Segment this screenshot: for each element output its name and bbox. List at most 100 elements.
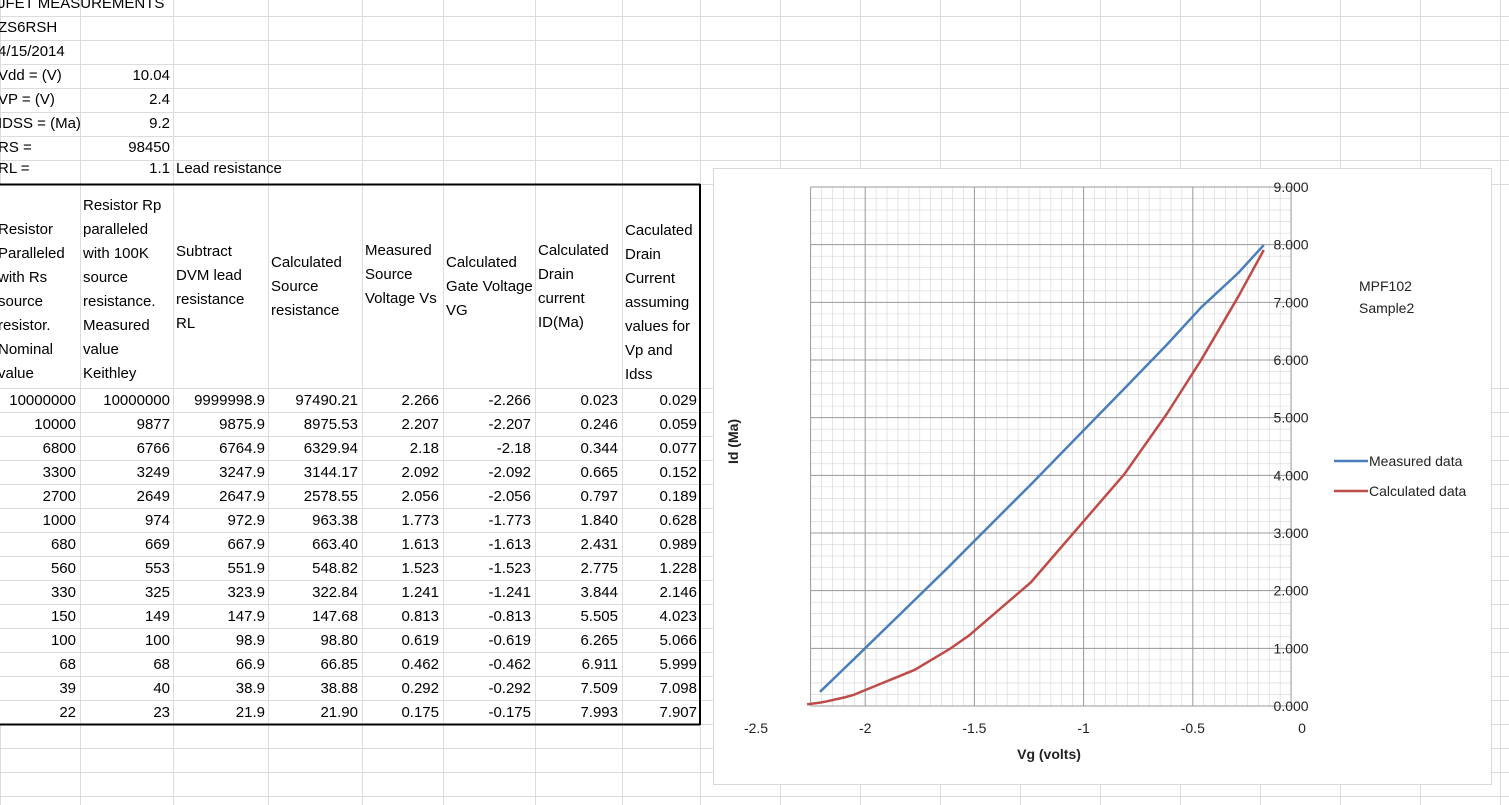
table-cell[interactable]: 2.775: [535, 557, 618, 581]
table-cell[interactable]: 2649: [80, 485, 170, 509]
table-cell[interactable]: 10000000: [80, 389, 170, 413]
table-cell[interactable]: 2.431: [535, 533, 618, 557]
table-cell[interactable]: 0.989: [622, 533, 697, 557]
table-cell[interactable]: -2.092: [443, 461, 531, 485]
table-cell[interactable]: 2.266: [362, 389, 439, 413]
table-cell[interactable]: 68: [80, 653, 170, 677]
table-cell[interactable]: 1.228: [622, 557, 697, 581]
table-cell[interactable]: 2.092: [362, 461, 439, 485]
table-cell[interactable]: 2.146: [622, 581, 697, 605]
table-cell[interactable]: 6764.9: [173, 437, 265, 461]
table-cell[interactable]: 0.628: [622, 509, 697, 533]
table-cell[interactable]: -1.241: [443, 581, 531, 605]
table-cell[interactable]: 66.85: [268, 653, 358, 677]
table-cell[interactable]: 2578.55: [268, 485, 358, 509]
table-cell[interactable]: 38.9: [173, 677, 265, 701]
table-cell[interactable]: 2.18: [362, 437, 439, 461]
table-cell[interactable]: 97490.21: [268, 389, 358, 413]
table-cell[interactable]: 0.797: [535, 485, 618, 509]
table-cell[interactable]: 663.40: [268, 533, 358, 557]
table-cell[interactable]: 560: [0, 557, 76, 581]
table-cell[interactable]: 7.993: [535, 701, 618, 725]
table-cell[interactable]: 553: [80, 557, 170, 581]
table-cell[interactable]: 1.241: [362, 581, 439, 605]
table-cell[interactable]: 6329.94: [268, 437, 358, 461]
table-cell[interactable]: 0.029: [622, 389, 697, 413]
table-cell[interactable]: 40: [80, 677, 170, 701]
table-cell[interactable]: 150: [0, 605, 76, 629]
table-cell[interactable]: 3.844: [535, 581, 618, 605]
table-cell[interactable]: 23: [80, 701, 170, 725]
table-cell[interactable]: 6766: [80, 437, 170, 461]
table-cell[interactable]: 8975.53: [268, 413, 358, 437]
table-cell[interactable]: -0.292: [443, 677, 531, 701]
table-cell[interactable]: 147.9: [173, 605, 265, 629]
table-cell[interactable]: 6.265: [535, 629, 618, 653]
table-cell[interactable]: 98.9: [173, 629, 265, 653]
table-cell[interactable]: 7.907: [622, 701, 697, 725]
table-cell[interactable]: 21.90: [268, 701, 358, 725]
table-cell[interactable]: 0.077: [622, 437, 697, 461]
table-cell[interactable]: 0.344: [535, 437, 618, 461]
table-cell[interactable]: 1.773: [362, 509, 439, 533]
table-cell[interactable]: 963.38: [268, 509, 358, 533]
table-cell[interactable]: 1.840: [535, 509, 618, 533]
table-cell[interactable]: 551.9: [173, 557, 265, 581]
table-cell[interactable]: -1.613: [443, 533, 531, 557]
table-cell[interactable]: 0.292: [362, 677, 439, 701]
table-cell[interactable]: 9875.9: [173, 413, 265, 437]
table-cell[interactable]: 0.619: [362, 629, 439, 653]
table-cell[interactable]: -2.056: [443, 485, 531, 509]
table-cell[interactable]: 149: [80, 605, 170, 629]
table-cell[interactable]: 21.9: [173, 701, 265, 725]
table-cell[interactable]: 669: [80, 533, 170, 557]
table-cell[interactable]: 10000000: [0, 389, 76, 413]
table-cell[interactable]: 100: [0, 629, 76, 653]
table-cell[interactable]: 66.9: [173, 653, 265, 677]
table-cell[interactable]: -1.523: [443, 557, 531, 581]
table-cell[interactable]: 0.462: [362, 653, 439, 677]
table-cell[interactable]: -0.175: [443, 701, 531, 725]
table-cell[interactable]: -2.266: [443, 389, 531, 413]
table-cell[interactable]: 98.80: [268, 629, 358, 653]
table-cell[interactable]: 0.246: [535, 413, 618, 437]
table-cell[interactable]: 0.813: [362, 605, 439, 629]
table-cell[interactable]: 6.911: [535, 653, 618, 677]
table-cell[interactable]: 1000: [0, 509, 76, 533]
table-cell[interactable]: 548.82: [268, 557, 358, 581]
table-cell[interactable]: 38.88: [268, 677, 358, 701]
table-cell[interactable]: -0.619: [443, 629, 531, 653]
table-cell[interactable]: 322.84: [268, 581, 358, 605]
table-cell[interactable]: 9877: [80, 413, 170, 437]
table-cell[interactable]: 0.152: [622, 461, 697, 485]
table-cell[interactable]: 9999998.9: [173, 389, 265, 413]
table-cell[interactable]: 330: [0, 581, 76, 605]
table-cell[interactable]: 2700: [0, 485, 76, 509]
table-cell[interactable]: 3144.17: [268, 461, 358, 485]
table-cell[interactable]: 4.023: [622, 605, 697, 629]
table-cell[interactable]: 3300: [0, 461, 76, 485]
table-cell[interactable]: 1.523: [362, 557, 439, 581]
table-cell[interactable]: 1.613: [362, 533, 439, 557]
table-cell[interactable]: 68: [0, 653, 76, 677]
table-cell[interactable]: 5.505: [535, 605, 618, 629]
table-cell[interactable]: 39: [0, 677, 76, 701]
table-cell[interactable]: -0.462: [443, 653, 531, 677]
table-cell[interactable]: 3249: [80, 461, 170, 485]
table-cell[interactable]: 5.999: [622, 653, 697, 677]
table-cell[interactable]: 0.665: [535, 461, 618, 485]
table-cell[interactable]: 325: [80, 581, 170, 605]
table-cell[interactable]: 0.059: [622, 413, 697, 437]
table-cell[interactable]: 0.023: [535, 389, 618, 413]
table-cell[interactable]: 3247.9: [173, 461, 265, 485]
table-cell[interactable]: 5.066: [622, 629, 697, 653]
table-cell[interactable]: -1.773: [443, 509, 531, 533]
table-cell[interactable]: 323.9: [173, 581, 265, 605]
table-cell[interactable]: 0.175: [362, 701, 439, 725]
table-cell[interactable]: 100: [80, 629, 170, 653]
table-cell[interactable]: 974: [80, 509, 170, 533]
table-cell[interactable]: 667.9: [173, 533, 265, 557]
table-cell[interactable]: -2.18: [443, 437, 531, 461]
table-cell[interactable]: 7.509: [535, 677, 618, 701]
table-cell[interactable]: 2.056: [362, 485, 439, 509]
